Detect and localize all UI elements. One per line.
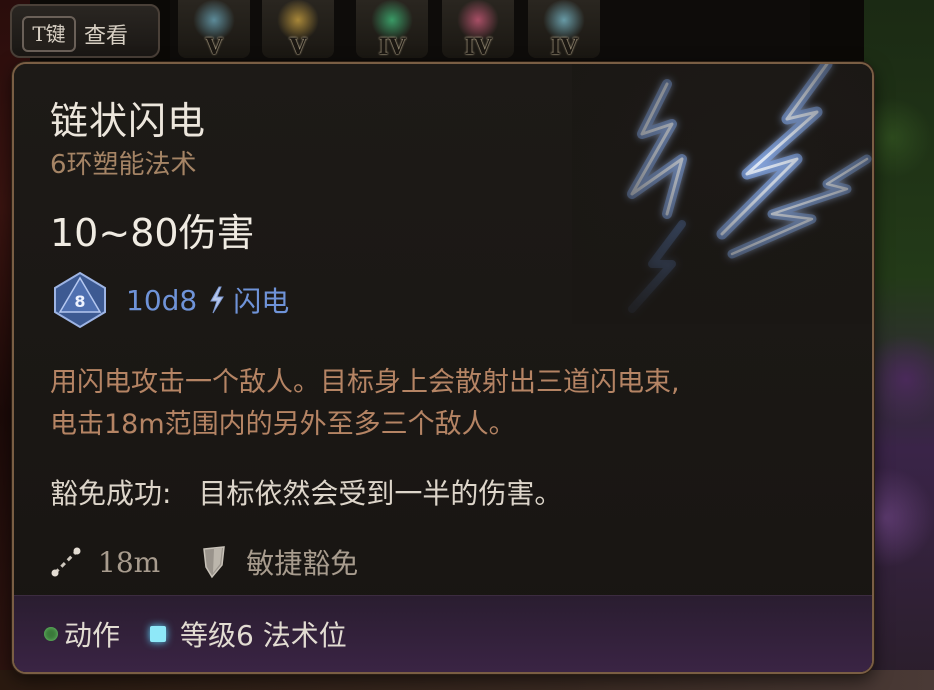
view-key-button[interactable]: T键 查看 <box>10 4 160 58</box>
background-right-foliage <box>864 0 934 690</box>
spell-slot-level: IV <box>550 34 578 58</box>
t-key-cap: T键 <box>22 16 76 52</box>
spell-slot-1[interactable]: V <box>178 0 250 58</box>
action-label: 动作 <box>64 619 121 652</box>
spell-title: 链状闪电 <box>50 99 207 143</box>
spell-hotbar: V V IV IV IV <box>170 0 810 60</box>
spell-slot-3[interactable]: IV <box>356 0 428 58</box>
action-dot-icon <box>44 627 58 641</box>
spell-slot-label: 等级6 法术位 <box>180 619 347 652</box>
spell-description: 用闪电攻击一个敌人。目标身上会散射出三道闪电束, 电击18m范围内的另外至多三个… <box>50 362 830 446</box>
spell-slot-level: IV <box>464 34 492 58</box>
spell-slot-4[interactable]: IV <box>442 0 514 58</box>
spell-slot-level: V <box>289 34 307 58</box>
spell-properties: 18m 敏捷豁免 <box>50 540 358 584</box>
range-icon <box>51 547 81 577</box>
save-type: 敏捷豁免 <box>246 547 359 580</box>
description-line-2: 电击18m范围内的另外至多三个敌人。 <box>50 409 516 440</box>
spell-slot-5[interactable]: IV <box>528 0 600 58</box>
dice-number: 8 <box>74 292 85 311</box>
spell-slot-icon <box>150 626 167 642</box>
shield-icon <box>203 546 226 579</box>
view-label: 查看 <box>84 24 129 49</box>
damage-range: 10~80伤害 <box>50 211 255 255</box>
damage-dice: 10d8 <box>126 283 198 317</box>
lightning-bolt-icon <box>210 286 225 314</box>
cost-row: 动作 等级6 法术位 <box>44 614 347 654</box>
d8-dice-icon: 8 <box>54 271 106 329</box>
spell-tooltip: 链状闪电 6环塑能法术 10~80伤害 8 10d8 闪电 用闪电攻击一个敌人。… <box>12 62 874 674</box>
description-line-1: 用闪电攻击一个敌人。目标身上会散射出三道闪电束, <box>50 367 680 398</box>
range-value: 18m <box>98 545 161 579</box>
spell-subtitle: 6环塑能法术 <box>50 150 197 180</box>
save-label: 豁免成功: <box>50 477 172 510</box>
tooltip-footer: 动作 等级6 法术位 <box>14 595 872 672</box>
save-effect: 豁免成功: 目标依然会受到一半的伤害。 <box>50 472 562 512</box>
spell-slot-level: IV <box>378 34 406 58</box>
damage-type: 闪电 <box>233 285 290 318</box>
save-text: 目标依然会受到一半的伤害。 <box>198 477 563 510</box>
damage-dice-row: 8 10d8 闪电 <box>50 271 290 329</box>
spell-slot-level: V <box>205 34 223 58</box>
chain-lightning-icon <box>572 64 872 324</box>
spell-slot-2[interactable]: V <box>262 0 334 58</box>
